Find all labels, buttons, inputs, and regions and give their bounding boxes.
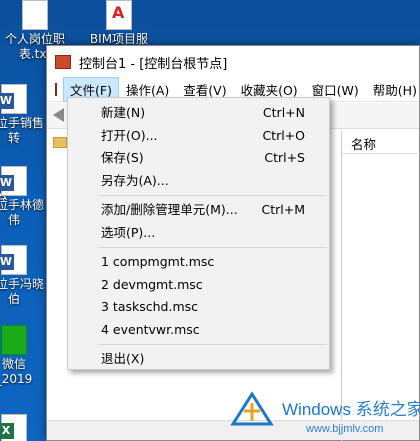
menu-item-new[interactable]: 新建(N) Ctrl+N [68, 102, 329, 125]
menu-item-label: 3 taskschd.msc [101, 299, 199, 314]
file-menu-dropdown: 新建(N) Ctrl+N 打开(O)... Ctrl+O 保存(S) Ctrl+S 另… [67, 97, 330, 370]
word-file-icon [0, 84, 27, 114]
menu-item-label: 选项(P)... [101, 224, 156, 240]
folder-icon[interactable] [53, 137, 67, 148]
system-menu-icon[interactable] [55, 83, 57, 96]
menu-item-recent-3[interactable]: 3 taskschd.msc [68, 296, 329, 319]
title-bar[interactable]: 控制台1 - [控制台根节点] [47, 46, 419, 78]
menu-item-label: 另存为(A)... [101, 172, 169, 188]
desktop-icon-label: 岗位手销售转 [0, 116, 44, 145]
menu-help[interactable]: 帮助(H) [366, 77, 420, 102]
desktop-icon-wechat[interactable]: 微信 _2019 [0, 325, 46, 387]
menu-item-options[interactable]: 选项(P)... [68, 222, 329, 245]
menu-item-recent-4[interactable]: 4 eventvwr.msc [68, 319, 329, 342]
desktop-icon-excel[interactable] [0, 414, 46, 441]
desktop-icon-label: 岗位手林德伟 [0, 198, 44, 227]
menu-item-recent-2[interactable]: 2 devmgmt.msc [68, 274, 329, 297]
word-file-icon [0, 245, 27, 275]
menu-item-label: 4 eventvwr.msc [101, 321, 200, 337]
desktop-icon-label: 岗位手冯晓伯 [0, 277, 44, 306]
menu-item-save[interactable]: 保存(S) Ctrl+S [68, 147, 329, 170]
watermark-url: www.bjjmlv.com [306, 423, 384, 435]
menu-item-label: 2 devmgmt.msc [101, 276, 203, 292]
windows-watermark: Windows 系统之家 www.bjjmlv.com [226, 385, 420, 441]
menu-item-add-remove-snapin[interactable]: 添加/删除管理单元(M)... Ctrl+M [68, 199, 329, 222]
excel-file-icon [0, 414, 27, 441]
menu-item-label: 保存(S) [101, 150, 144, 165]
desktop-icon-word-2[interactable]: 岗位手林德伟 [0, 166, 46, 228]
menu-item-recent-1[interactable]: 1 compmgmt.msc [68, 251, 329, 274]
menu-item-label: 1 compmgmt.msc [101, 254, 215, 269]
window-title: 控制台1 - [控制台根节点] [79, 56, 228, 72]
menu-item-label: 添加/删除管理单元(M)... [101, 202, 238, 217]
menu-item-shortcut: Ctrl+N [262, 105, 305, 120]
menu-separator [98, 344, 327, 345]
menu-item-shortcut: Ctrl+O [262, 127, 305, 143]
word-file-icon [0, 166, 27, 196]
wechat-file-icon [1, 325, 27, 355]
menu-item-save-as[interactable]: 另存为(A)... [68, 170, 329, 193]
menu-item-label: 打开(O)... [101, 127, 158, 143]
menu-separator [98, 195, 327, 196]
watermark-brand-en: Windows [282, 400, 351, 419]
text-file-icon [22, 0, 48, 30]
menu-item-label: 新建(N) [101, 105, 146, 120]
desktop-icon-word-3[interactable]: 岗位手冯晓伯 [0, 245, 46, 307]
watermark-brand: Windows 系统之家 [282, 395, 420, 420]
desktop-icon-label: 微信 _2019 [0, 357, 33, 386]
desktop-icon-word-1[interactable]: 岗位手销售转 [0, 84, 46, 146]
menu-item-shortcut: Ctrl+M [261, 202, 306, 217]
column-header-name[interactable]: 名称 [342, 130, 420, 154]
menu-separator [98, 247, 327, 248]
menu-item-exit[interactable]: 退出(X) [68, 348, 329, 371]
back-arrow-icon[interactable] [53, 108, 64, 122]
menu-item-open[interactable]: 打开(O)... Ctrl+O [68, 125, 329, 148]
pdf-file-icon [106, 0, 132, 30]
watermark-brand-cn: 系统之家 [355, 400, 420, 419]
console-app-icon [55, 55, 71, 69]
menu-item-label: 退出(X) [101, 351, 145, 366]
menu-item-shortcut: Ctrl+S [264, 150, 305, 165]
windows-logo-icon [230, 391, 274, 426]
